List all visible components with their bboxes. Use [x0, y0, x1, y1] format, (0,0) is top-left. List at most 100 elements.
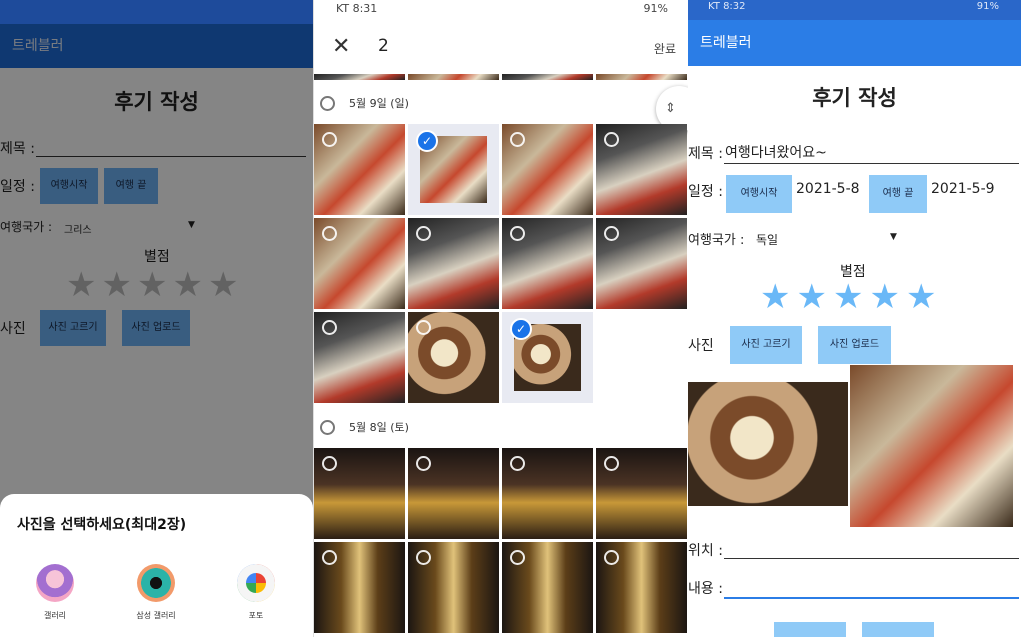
- picker-toolbar: ✕ 2 완료: [314, 24, 688, 78]
- select-circle[interactable]: [604, 456, 619, 471]
- photo-picker: KT 8:31 91% ✕ 2 완료 5월 9일 (일) ⇕ ✓ ✓ 5월 8일…: [313, 0, 689, 637]
- photo-thumbnail[interactable]: [408, 312, 499, 403]
- select-circle[interactable]: [604, 226, 619, 241]
- country-select[interactable]: 독일: [756, 231, 778, 248]
- select-circle[interactable]: [416, 226, 431, 241]
- select-circle[interactable]: [322, 132, 337, 147]
- app-option-label: 포토: [248, 611, 264, 620]
- selected-photo-1: [688, 382, 848, 506]
- photo-thumbnail[interactable]: [596, 448, 687, 539]
- app-option-photos[interactable]: 포토: [216, 564, 296, 621]
- app-title: 트레블러: [700, 35, 752, 51]
- star-rating[interactable]: ★ ★ ★ ★ ★: [760, 280, 936, 314]
- close-icon[interactable]: ✕: [332, 34, 350, 59]
- photo-thumbnail[interactable]: [314, 312, 405, 403]
- photo-label: 사진: [688, 338, 714, 354]
- action-button-1[interactable]: [774, 622, 846, 637]
- selected-count: 2: [378, 36, 389, 56]
- date-section-header[interactable]: 5월 9일 (일): [320, 88, 409, 118]
- selected-photo-2: [850, 365, 1013, 527]
- photo-thumbnail[interactable]: [596, 124, 687, 215]
- photo-thumbnail[interactable]: [502, 448, 593, 539]
- date-section-header[interactable]: 5월 8일 (토): [320, 412, 409, 442]
- photo-thumbnail[interactable]: [596, 542, 687, 633]
- choose-photo-button[interactable]: 사진 고르기: [730, 326, 802, 364]
- photo-thumbnail[interactable]: [408, 218, 499, 309]
- photo-thumbnail[interactable]: [314, 218, 405, 309]
- photos-icon: [237, 564, 275, 602]
- photo-thumbnail[interactable]: [502, 542, 593, 633]
- photo-row-partial: [314, 74, 688, 80]
- photo-thumbnail[interactable]: [408, 448, 499, 539]
- status-time: KT 8:31: [336, 2, 378, 15]
- star-icon[interactable]: ★: [833, 280, 863, 314]
- review-form-with-picker: 트레블러 후기 작성 제목 : 일정 : 여행시작 여행 끝 여행국가 : 그리…: [0, 0, 313, 637]
- photo-thumbnail[interactable]: [314, 74, 405, 80]
- title-label: 제목 :: [688, 146, 723, 162]
- photo-thumbnail[interactable]: [502, 218, 593, 309]
- select-circle[interactable]: [604, 132, 619, 147]
- camera-icon: [137, 564, 175, 602]
- check-icon[interactable]: ✓: [416, 130, 438, 152]
- section-date: 5월 8일 (토): [349, 421, 409, 434]
- schedule-label: 일정 :: [688, 184, 723, 200]
- select-circle[interactable]: [510, 550, 525, 565]
- battery-level: 91%: [976, 1, 999, 12]
- select-circle[interactable]: [604, 550, 619, 565]
- star-icon[interactable]: ★: [796, 280, 826, 314]
- select-circle[interactable]: [322, 320, 337, 335]
- select-circle[interactable]: [322, 550, 337, 565]
- select-circle[interactable]: [416, 550, 431, 565]
- app-option-gallery[interactable]: 갤러리: [15, 564, 95, 621]
- photo-thumbnail-selected[interactable]: ✓: [408, 124, 499, 215]
- photo-thumbnail[interactable]: [502, 74, 593, 80]
- start-date: 2021-5-8: [796, 181, 860, 197]
- trip-end-button[interactable]: 여행 끝: [869, 175, 927, 213]
- photo-thumbnail[interactable]: [314, 542, 405, 633]
- end-date: 2021-5-9: [931, 181, 995, 197]
- star-icon[interactable]: ★: [760, 280, 790, 314]
- select-all-radio[interactable]: [320, 419, 335, 435]
- select-circle[interactable]: [510, 132, 525, 147]
- select-circle[interactable]: [416, 456, 431, 471]
- photo-thumbnail[interactable]: [502, 124, 593, 215]
- photo-thumbnail[interactable]: [314, 124, 405, 215]
- select-circle[interactable]: [416, 320, 431, 335]
- photo-grid-may8: [314, 448, 688, 633]
- photo-thumbnail[interactable]: [596, 74, 687, 80]
- photo-thumbnail[interactable]: [596, 218, 687, 309]
- page-title: 후기 작성: [812, 86, 897, 110]
- select-all-radio[interactable]: [320, 95, 335, 111]
- photo-thumbnail[interactable]: [408, 74, 499, 80]
- section-date: 5월 9일 (일): [349, 97, 409, 110]
- status-time: KT 8:32: [708, 1, 746, 12]
- title-underline: [724, 163, 1019, 164]
- title-input[interactable]: 여행다녀왔어요~: [725, 142, 827, 162]
- select-circle[interactable]: [322, 456, 337, 471]
- check-icon[interactable]: ✓: [510, 318, 532, 340]
- dropdown-arrow-icon[interactable]: ▼: [890, 232, 897, 242]
- select-circle[interactable]: [322, 226, 337, 241]
- battery-level: 91%: [643, 2, 668, 15]
- location-input[interactable]: [724, 558, 1019, 559]
- status-bar: KT 8:31 91%: [314, 0, 688, 24]
- select-circle[interactable]: [510, 226, 525, 241]
- location-label: 위치 :: [688, 543, 723, 559]
- star-icon[interactable]: ★: [869, 280, 899, 314]
- action-button-2[interactable]: [862, 622, 934, 637]
- photo-thumbnail-selected[interactable]: ✓: [502, 312, 593, 403]
- app-option-samsung-gallery[interactable]: 삼성 갤러리: [116, 564, 196, 621]
- select-circle[interactable]: [510, 456, 525, 471]
- app-option-label: 갤러리: [43, 611, 67, 620]
- trip-start-button[interactable]: 여행시작: [726, 175, 792, 213]
- upload-photo-button[interactable]: 사진 업로드: [818, 326, 891, 364]
- photo-thumbnail[interactable]: [408, 542, 499, 633]
- app-option-label: 삼성 갤러리: [136, 611, 176, 620]
- done-button[interactable]: 완료: [654, 40, 676, 57]
- sheet-title: 사진을 선택하세요(최대2장): [17, 517, 187, 533]
- content-input[interactable]: [724, 597, 1019, 599]
- app-bar: 트레블러: [688, 20, 1021, 66]
- country-label: 여행국가 :: [688, 233, 745, 248]
- star-icon[interactable]: ★: [906, 280, 936, 314]
- photo-thumbnail[interactable]: [314, 448, 405, 539]
